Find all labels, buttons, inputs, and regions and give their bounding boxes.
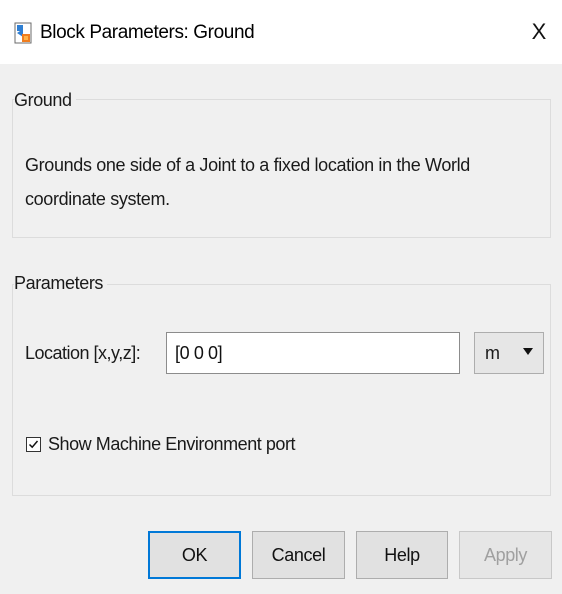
close-button[interactable]: X <box>516 0 562 64</box>
checkmark-icon <box>28 440 39 449</box>
units-dropdown[interactable]: m <box>474 332 544 374</box>
show-machine-env-port-label[interactable]: Show Machine Environment port <box>48 432 296 456</box>
apply-button[interactable]: Apply <box>459 531 552 579</box>
location-input[interactable] <box>166 332 460 374</box>
ground-group-legend: Ground <box>14 89 76 111</box>
units-selected-value: m <box>485 342 500 363</box>
parameters-group-legend: Parameters <box>14 272 108 294</box>
block-parameters-dialog: Block Parameters: Ground X Ground Ground… <box>0 0 562 594</box>
block-description: Grounds one side of a Joint to a fixed l… <box>25 155 470 209</box>
cancel-button[interactable]: Cancel <box>252 531 345 579</box>
window-title: Block Parameters: Ground <box>40 22 255 43</box>
show-machine-env-port-checkbox[interactable] <box>26 437 41 452</box>
parameters-group-border-left <box>12 284 13 496</box>
parameters-group-border-right <box>550 284 551 496</box>
parameters-group-border-bottom <box>12 495 551 496</box>
ok-button[interactable]: OK <box>148 531 241 579</box>
location-label: Location [x,y,z]: <box>25 343 141 363</box>
dropdown-arrow-icon <box>523 348 533 355</box>
title-bar[interactable]: Block Parameters: Ground X <box>0 0 562 64</box>
ground-group-border-bottom <box>12 237 551 238</box>
ground-group-border <box>12 99 551 100</box>
ground-group-border-left <box>12 99 13 238</box>
help-button[interactable]: Help <box>356 531 448 579</box>
ground-group-border-right <box>550 99 551 238</box>
simulink-block-icon <box>14 22 32 44</box>
